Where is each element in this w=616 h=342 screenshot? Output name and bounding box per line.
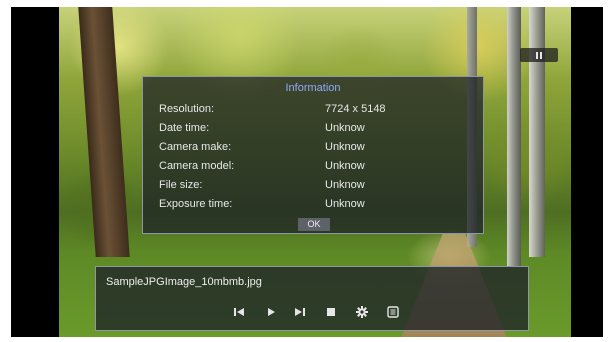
settings-gear-icon (356, 306, 368, 318)
play-icon (268, 308, 275, 316)
dialog-title: Information (285, 82, 341, 94)
info-row-resolution: Resolution: 7724 x 5148 (159, 103, 459, 119)
info-label: Resolution: (159, 103, 215, 115)
info-row-exposure-time: Exposure time: Unknow (159, 198, 459, 214)
info-row-camera-make: Camera make: Unknow (159, 141, 459, 157)
information-dialog: Information Resolution: 7724 x 5148 Date… (142, 76, 484, 234)
info-label: Date time: (159, 122, 210, 134)
settings-button[interactable] (355, 305, 369, 319)
ok-button[interactable]: OK (298, 218, 330, 231)
pause-indicator (520, 48, 558, 62)
pause-icon (535, 51, 543, 59)
photo-tree-trunk (529, 7, 545, 257)
play-button[interactable] (264, 305, 278, 319)
info-value: Unknow (325, 179, 365, 191)
info-value: 7724 x 5148 (325, 103, 386, 115)
photo-tree-trunk (507, 7, 521, 267)
next-icon (295, 308, 305, 316)
info-list-button[interactable] (386, 305, 400, 319)
stop-button[interactable] (324, 305, 338, 319)
next-button[interactable] (293, 305, 307, 319)
file-name: SampleJPGImage_10mbmb.jpg (106, 276, 262, 288)
info-row-camera-model: Camera model: Unknow (159, 160, 459, 176)
info-row-date-time: Date time: Unknow (159, 122, 459, 138)
previous-button[interactable] (232, 305, 246, 319)
info-label: File size: (159, 179, 203, 191)
info-label: Camera model: (159, 160, 235, 172)
info-value: Unknow (325, 198, 365, 210)
info-label: Exposure time: (159, 198, 233, 210)
previous-icon (234, 308, 244, 316)
info-value: Unknow (325, 141, 365, 153)
player-control-bar: SampleJPGImage_10mbmb.jpg (95, 266, 529, 331)
info-label: Camera make: (159, 141, 232, 153)
info-value: Unknow (325, 122, 365, 134)
info-list-icon (387, 306, 399, 318)
info-value: Unknow (325, 160, 365, 172)
info-row-file-size: File size: Unknow (159, 179, 459, 195)
stop-icon (327, 308, 335, 316)
